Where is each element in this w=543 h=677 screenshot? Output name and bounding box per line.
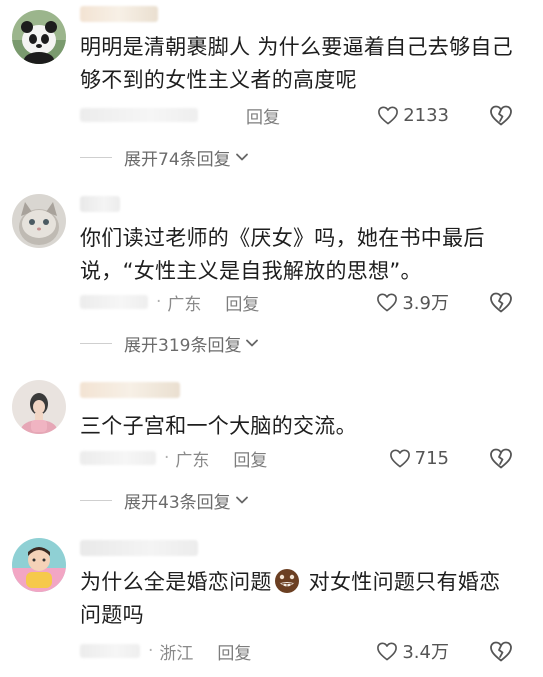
- like-button[interactable]: 715: [389, 448, 449, 469]
- dislike-button[interactable]: [489, 640, 513, 662]
- grinning-face-emoji: [274, 569, 299, 593]
- comment-text: 你们读过老师的《厌女》吗，她在书中最后说，“女性主义是自我解放的思想”。: [80, 226, 485, 283]
- like-button[interactable]: 3.9万: [376, 289, 449, 315]
- heart-outline-icon: [389, 449, 410, 468]
- timestamp: [80, 108, 198, 122]
- location-label: 广东: [167, 294, 202, 315]
- avatar[interactable]: [12, 380, 66, 434]
- broken-heart-icon: [490, 448, 512, 469]
- comment-item: 为什么全是婚恋问题 对女性问题只有婚恋问题吗 · 浙江 回复 3.4万: [0, 528, 543, 677]
- comment-meta: 回复 2133: [80, 100, 527, 130]
- comment-text: 为什么全是婚恋问题 对女性问题只有婚恋问题吗: [80, 566, 519, 632]
- comment-item: 明明是清朝裹脚人 为什么要逼着自己去够自己够不到的女性主义者的高度呢 回复 21…: [0, 0, 543, 170]
- broken-heart-icon: [490, 105, 512, 126]
- expand-replies-button[interactable]: 展开43条回复: [80, 487, 249, 513]
- dislike-button[interactable]: [489, 104, 513, 126]
- heart-outline-icon: [377, 293, 398, 312]
- comment-text-part: 为什么全是婚恋问题: [80, 570, 272, 594]
- timestamp: [80, 295, 148, 309]
- like-count: 715: [414, 447, 449, 469]
- chevron-down-icon: [245, 338, 259, 348]
- expand-replies-button[interactable]: 展开74条回复: [80, 144, 249, 170]
- separator-dot: ·: [164, 448, 170, 468]
- avatar[interactable]: [12, 10, 66, 64]
- expand-divider: [80, 342, 112, 344]
- comment-item: 你们读过老师的《厌女》吗，她在书中最后说，“女性主义是自我解放的思想”。 · 广…: [0, 180, 543, 360]
- comment-item: 三个子宫和一个大脑的交流。 · 广东 回复 715 展开43条回复: [0, 370, 543, 520]
- separator-dot: ·: [156, 292, 162, 312]
- like-count: 2133: [403, 104, 449, 126]
- location-label: 广东: [175, 450, 210, 471]
- like-button[interactable]: 3.4万: [376, 638, 449, 664]
- username[interactable]: [80, 6, 158, 22]
- chevron-down-icon: [235, 152, 249, 162]
- like-count: 3.9万: [402, 293, 449, 314]
- heart-outline-icon: [378, 106, 399, 125]
- expand-divider: [80, 499, 112, 501]
- username[interactable]: [80, 196, 120, 212]
- chevron-down-icon: [235, 495, 249, 505]
- expand-replies-button[interactable]: 展开319条回复: [80, 330, 259, 356]
- expand-replies-label: 展开74条回复: [124, 149, 231, 170]
- comment-meta: · 浙江 回复 3.4万: [80, 636, 527, 666]
- comment-text: 三个子宫和一个大脑的交流。: [80, 414, 357, 438]
- timestamp: [80, 451, 156, 465]
- comment-meta: · 广东 回复 715: [80, 443, 527, 473]
- broken-heart-icon: [490, 292, 512, 313]
- expand-replies-label: 展开319条回复: [124, 335, 242, 356]
- timestamp: [80, 644, 140, 658]
- username[interactable]: [80, 540, 198, 556]
- heart-outline-icon: [377, 642, 398, 661]
- reply-button[interactable]: 回复: [246, 103, 280, 128]
- comment-text: 明明是清朝裹脚人 为什么要逼着自己去够自己够不到的女性主义者的高度呢: [80, 35, 513, 92]
- separator-dot: ·: [148, 641, 154, 661]
- like-count: 3.4万: [402, 642, 449, 663]
- like-button[interactable]: 2133: [377, 105, 449, 126]
- dislike-button[interactable]: [489, 291, 513, 313]
- location-label: 浙江: [159, 643, 194, 664]
- avatar[interactable]: [12, 194, 66, 248]
- username[interactable]: [80, 382, 180, 398]
- dislike-button[interactable]: [489, 447, 513, 469]
- reply-button[interactable]: 回复: [217, 639, 251, 664]
- reply-button[interactable]: 回复: [233, 446, 267, 471]
- comment-meta: · 广东 回复 3.9万: [80, 287, 527, 317]
- broken-heart-icon: [490, 641, 512, 662]
- expand-divider: [80, 156, 112, 158]
- reply-button[interactable]: 回复: [225, 290, 259, 315]
- expand-replies-label: 展开43条回复: [124, 492, 231, 513]
- avatar[interactable]: [12, 538, 66, 592]
